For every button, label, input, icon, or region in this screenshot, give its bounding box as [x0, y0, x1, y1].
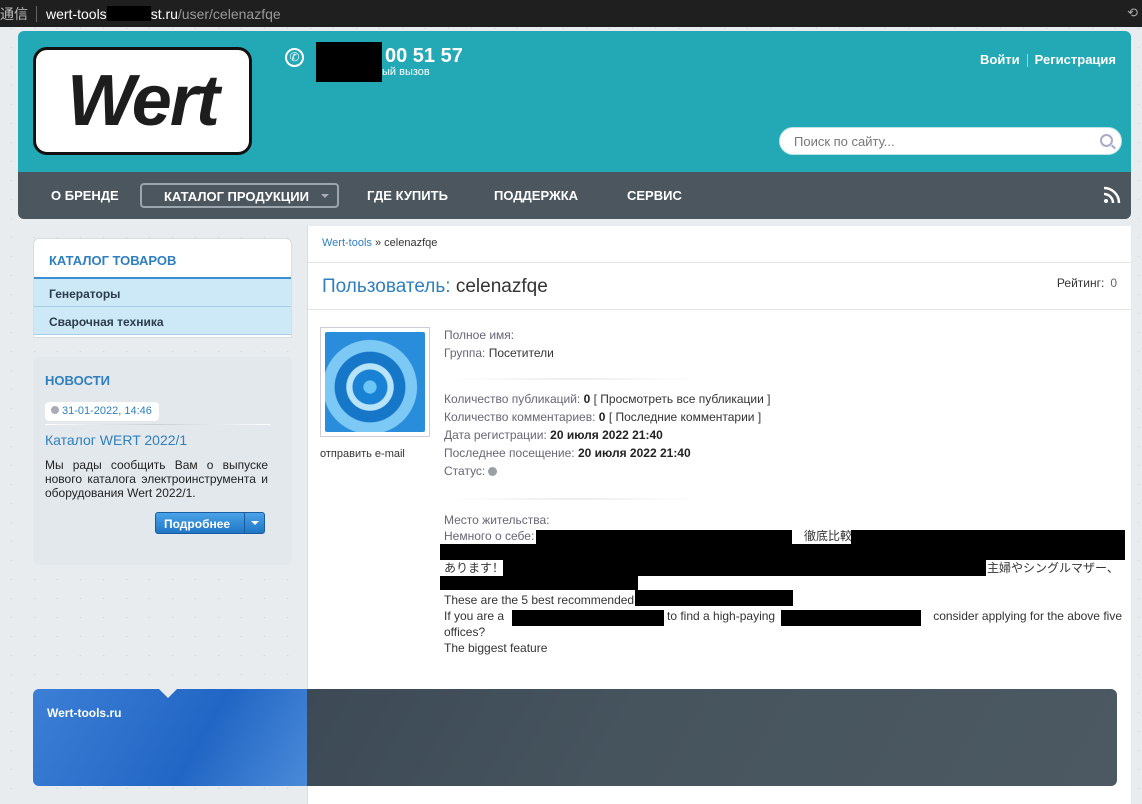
more-button-label: Подробнее	[164, 517, 231, 531]
divider	[308, 309, 1132, 310]
logo-text: Wert	[67, 61, 220, 141]
about-fragment-2: あります！	[444, 561, 505, 575]
avatar	[320, 327, 430, 437]
comments-label: Количество комментариев:	[444, 410, 596, 424]
clock-icon	[51, 406, 59, 414]
rating-label: Рейтинг:	[1056, 276, 1105, 290]
last-comments-link[interactable]: [ Последние комментарии ]	[609, 410, 761, 424]
breadcrumb: Wert-tools » celenazfqe	[322, 237, 437, 249]
redaction-block	[503, 560, 986, 576]
catalog-item-generators[interactable]: Генераторы	[34, 279, 291, 307]
breadcrumb-root-link[interactable]: Wert-tools	[322, 237, 372, 249]
news-panel: НОВОСТИ 31-01-2022, 14:46 Каталог WERT 2…	[33, 357, 292, 565]
nav-support[interactable]: ПОДДЕРЖКА	[494, 188, 578, 203]
status-label: Статус:	[444, 464, 486, 478]
about-line: The biggest feature	[444, 641, 548, 655]
nav-catalog-dropdown[interactable]: КАТАЛОГ ПРОДУКЦИИ	[140, 183, 339, 208]
about-line: offices?	[444, 625, 486, 639]
about-line: to find a high-paying	[667, 609, 776, 623]
redaction-block	[440, 544, 1125, 560]
footer-brand-panel: Wert-tools.ru	[33, 689, 307, 786]
news-headline-link[interactable]: Каталог WERT 2022/1	[45, 432, 187, 448]
profile-info: Полное имя: Группа: Посетители Количеств…	[444, 326, 771, 480]
avatar-image	[325, 332, 425, 432]
send-email-link[interactable]: отправить e-mail	[320, 448, 405, 460]
about-line: consider applying for the above five	[933, 609, 1122, 623]
publications-label: Количество публикаций:	[444, 392, 581, 406]
site-header: Wert ✆ 00 51 57 ый вызов Войти Регистраци…	[18, 31, 1131, 172]
group-label: Группа:	[444, 346, 486, 360]
last-visit-date: 20 июля 2022 21:40	[577, 446, 691, 460]
phone-number: 00 51 57	[385, 45, 463, 67]
divider	[444, 378, 704, 380]
group-value: Посетители	[488, 346, 554, 360]
footer-panel	[307, 689, 1117, 786]
register-link[interactable]: Регистрация	[1035, 52, 1116, 67]
about-line: If you are a	[444, 609, 505, 623]
status-offline-icon	[488, 467, 498, 477]
wert-logo[interactable]: Wert	[33, 47, 252, 155]
address-divider	[36, 5, 37, 22]
redaction-block	[536, 530, 792, 544]
registration-label: Дата регистрации:	[444, 428, 547, 442]
redaction-block	[635, 590, 793, 606]
translate-icon[interactable]: ⟲	[1127, 5, 1138, 21]
login-link[interactable]: Войти	[980, 52, 1020, 67]
nav-service[interactable]: СЕРВИС	[627, 188, 682, 203]
nav-catalog-label: КАТАЛОГ ПРОДУКЦИИ	[164, 189, 309, 204]
main-nav: О БРЕНДЕ КАТАЛОГ ПРОДУКЦИИ ГДЕ КУПИТЬ ПО…	[18, 172, 1131, 219]
about-fragment-3: 主婦やシングルマザー、	[987, 561, 1119, 575]
rss-icon[interactable]	[1102, 185, 1122, 205]
rating-value: 0	[1110, 276, 1117, 290]
rating: Рейтинг: 0	[1057, 276, 1117, 290]
page-title: Пользователь: celenazfqe	[322, 276, 548, 298]
url-host-prefix: wert-tools	[46, 5, 107, 22]
auth-links: Войти Регистрация	[980, 52, 1116, 68]
footer-site-link[interactable]: Wert-tools.ru	[47, 706, 121, 720]
url-host-suffix: st.ru	[150, 5, 178, 22]
redaction-block	[316, 42, 382, 82]
last-visit-label: Последнее посещение:	[444, 446, 575, 460]
divider	[308, 262, 1132, 263]
search-box	[779, 127, 1122, 155]
breadcrumb-sep: »	[371, 237, 385, 249]
breadcrumb-current: celenazfqe	[384, 237, 438, 249]
full-name-label: Полное имя:	[444, 328, 515, 342]
comments-count: 0	[598, 410, 606, 424]
catalog-title: КАТАЛОГ ТОВАРОВ	[34, 239, 291, 279]
redaction-block	[106, 6, 151, 21]
phone-caption: ый вызов	[382, 66, 430, 78]
divider	[444, 498, 704, 500]
search-input[interactable]	[780, 128, 1080, 154]
sidebar-catalog: КАТАЛОГ ТОВАРОВ Генераторы Сварочная тех…	[33, 238, 292, 338]
news-title: НОВОСТИ	[45, 373, 111, 388]
nav-where-to-buy[interactable]: ГДЕ КУПИТЬ	[367, 188, 448, 203]
page-title-label: Пользователь:	[322, 276, 451, 297]
publications-count: 0	[583, 392, 591, 406]
chevron-down-icon[interactable]	[244, 513, 264, 533]
chevron-down-icon	[321, 194, 329, 198]
registration-date: 20 июля 2022 21:40	[550, 428, 663, 442]
redaction-block	[440, 576, 638, 590]
browser-address-bar[interactable]: 通信 wert-tools st.ru /user/celenazfqe ⟲	[0, 0, 1142, 27]
view-publications-link[interactable]: [ Просмотреть все публикации ]	[594, 392, 771, 406]
catalog-item-welding[interactable]: Сварочная техника	[34, 307, 291, 335]
divider	[45, 424, 270, 425]
redaction-block	[781, 610, 921, 626]
news-date-badge: 31-01-2022, 14:46	[45, 402, 159, 421]
news-date: 31-01-2022, 14:46	[62, 405, 152, 417]
more-button[interactable]: Подробнее	[155, 512, 265, 534]
redaction-block	[512, 610, 664, 626]
page-title-username: celenazfqe	[455, 276, 548, 297]
news-text: Мы рады сообщить Вам о выпуске нового ка…	[45, 458, 268, 500]
search-icon[interactable]	[1100, 134, 1113, 147]
about-label: Немного о себе:	[444, 529, 535, 543]
phone-icon: ✆	[285, 48, 304, 67]
nav-about-brand[interactable]: О БРЕНДЕ	[51, 188, 119, 203]
url-path: /user/celenazfqe	[177, 5, 281, 22]
location-label: Место жительства:	[444, 513, 550, 527]
security-label: 通信	[0, 5, 28, 22]
